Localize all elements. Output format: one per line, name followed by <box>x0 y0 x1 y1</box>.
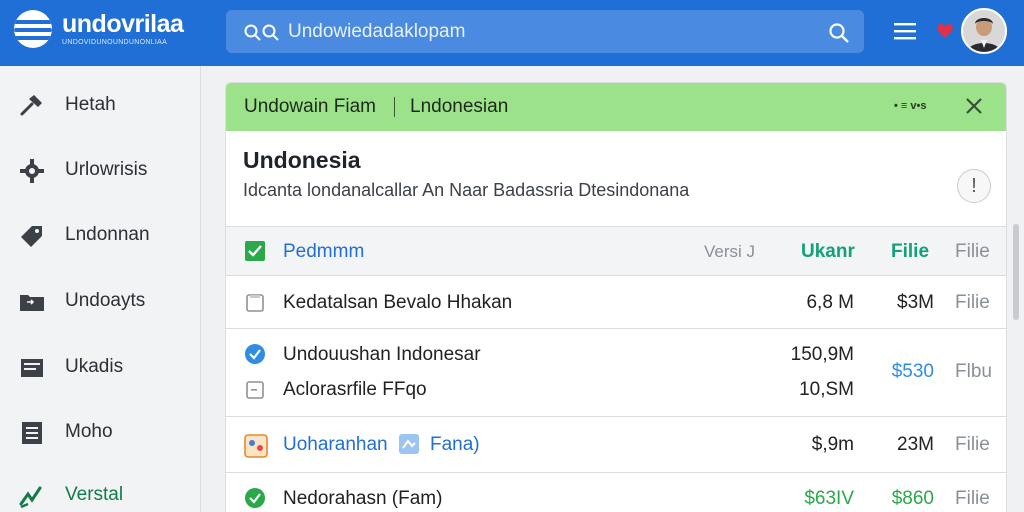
tag-icon <box>21 226 42 247</box>
gear-icon <box>20 159 44 183</box>
sidebar-item-label: Undoayts <box>65 290 146 311</box>
column-header-ukanr[interactable]: Ukanr <box>801 241 855 263</box>
column-header-version[interactable]: Versi J <box>704 242 755 262</box>
folder-icon <box>20 295 44 311</box>
main-panel: Undowain Fiam Lndonesian • ≡ v•s Undones… <box>225 82 1007 512</box>
sidebar: Hetah Urlowrisis Lndonnan Undoayts Ukadi… <box>0 66 201 512</box>
table-row[interactable]: Nedorahasn (Fam) $63IV $860 Filie <box>226 474 1006 512</box>
column-header-filie[interactable]: Filie <box>891 241 929 263</box>
row-tag: Fana) <box>430 434 480 455</box>
brand-subtitle: UNDOVIDUNOUNDUNONLIAA <box>62 39 168 46</box>
row-type: Filie <box>955 292 990 313</box>
sidebar-item-moho[interactable]: Moho <box>0 407 200 457</box>
table-row[interactable]: Kedatalsan Bevalo Hhakan 6,8 M $3M Filie <box>226 277 1006 329</box>
sidebar-item-label: Hetah <box>65 94 116 115</box>
sidebar-item-label: Ukadis <box>65 356 124 377</box>
brand-title: undovrilaa <box>62 10 184 38</box>
tag-image-icon <box>399 434 419 454</box>
app-header: undovrilaa UNDOVIDUNOUNDUNONLIAA <box>0 0 1024 66</box>
row-type: Filie <box>955 434 990 455</box>
user-portrait-icon <box>963 10 1005 52</box>
image-icon <box>244 434 268 458</box>
banner-subtitle: Lndonesian <box>410 96 509 117</box>
row-price: 23M <box>897 434 934 455</box>
row-size: 6,8 M <box>806 292 854 313</box>
row-name: Kedatalsan Bevalo Hhakan <box>283 292 513 313</box>
hamburger-menu-icon[interactable] <box>892 20 918 42</box>
search-icon <box>244 24 279 41</box>
row-type: Filie <box>955 488 990 509</box>
card-title: Undonesia <box>243 147 361 173</box>
sidebar-item-label: Urlowrisis <box>65 159 148 180</box>
chart-icon <box>19 486 42 509</box>
notification-banner: Undowain Fiam Lndonesian • ≡ v•s <box>226 83 1006 131</box>
sidebar-item-hetah[interactable]: Hetah <box>0 80 200 130</box>
sidebar-item-urlowrisis[interactable]: Urlowrisis <box>0 145 200 195</box>
check-circle-icon <box>245 488 265 508</box>
sidebar-item-lndonnan[interactable]: Lndonnan <box>0 210 200 260</box>
row-name: Undouushan Indonesar <box>283 344 481 365</box>
info-button[interactable]: ! <box>957 169 991 203</box>
banner-meta: • ≡ v•s <box>894 100 927 112</box>
sidebar-item-ukadis[interactable]: Ukadis <box>0 342 200 392</box>
brand[interactable]: undovrilaa UNDOVIDUNOUNDUNONLIAA <box>62 10 184 47</box>
banner-divider <box>394 97 395 117</box>
table-row[interactable]: Uoharanhan Fana) $,9m 23M Filie <box>226 418 1006 473</box>
table-header: Pedmmm Versi J Ukanr Filie Filie <box>226 226 1006 276</box>
sidebar-item-verstal[interactable]: Verstal <box>0 470 200 512</box>
column-header-name[interactable]: Pedmmm <box>283 241 364 263</box>
row-price: $3M <box>897 292 934 313</box>
heart-icon[interactable] <box>936 22 954 40</box>
search-input[interactable] <box>288 19 808 45</box>
close-icon[interactable] <box>964 96 984 116</box>
row-size: $,9m <box>811 434 854 455</box>
search-bar[interactable] <box>225 9 865 54</box>
check-circle-icon <box>245 344 265 364</box>
row-type: Flbu <box>955 361 992 382</box>
row-name: Nedorahasn (Fam) <box>283 488 443 509</box>
document-icon <box>22 422 42 444</box>
row-size: $63IV <box>804 488 854 509</box>
file-icon <box>246 294 264 312</box>
sidebar-item-label: Lndonnan <box>65 224 150 245</box>
row-price: $530 <box>891 361 934 382</box>
sidebar-item-undoayts[interactable]: Undoayts <box>0 276 200 326</box>
inbox-icon <box>21 359 43 377</box>
column-header-file[interactable]: Filie <box>955 241 990 263</box>
sidebar-item-label: Verstal <box>65 484 124 505</box>
logo-icon[interactable] <box>14 10 52 48</box>
hammer-icon <box>20 95 42 116</box>
select-all-checkbox-icon[interactable] <box>245 241 265 261</box>
scrollbar-thumb[interactable] <box>1013 224 1019 320</box>
row-name: Aclorasrfile FFqo <box>283 379 427 400</box>
row-price: $860 <box>891 488 934 509</box>
row-name: Uoharanhan <box>283 434 388 455</box>
card-description: Idcanta londanalcallar An Naar Badassria… <box>243 180 690 200</box>
file-icon <box>246 381 264 399</box>
table-row-group[interactable]: Undouushan Indonesar 150,9M Aclorasrfile… <box>226 330 1006 417</box>
sidebar-item-label: Moho <box>65 421 113 442</box>
search-submit-icon[interactable] <box>828 22 850 44</box>
row-size: 10,SM <box>799 379 854 400</box>
row-size: 150,9M <box>790 344 854 365</box>
user-avatar[interactable] <box>961 8 1007 54</box>
banner-title: Undowain Fiam <box>244 96 376 117</box>
